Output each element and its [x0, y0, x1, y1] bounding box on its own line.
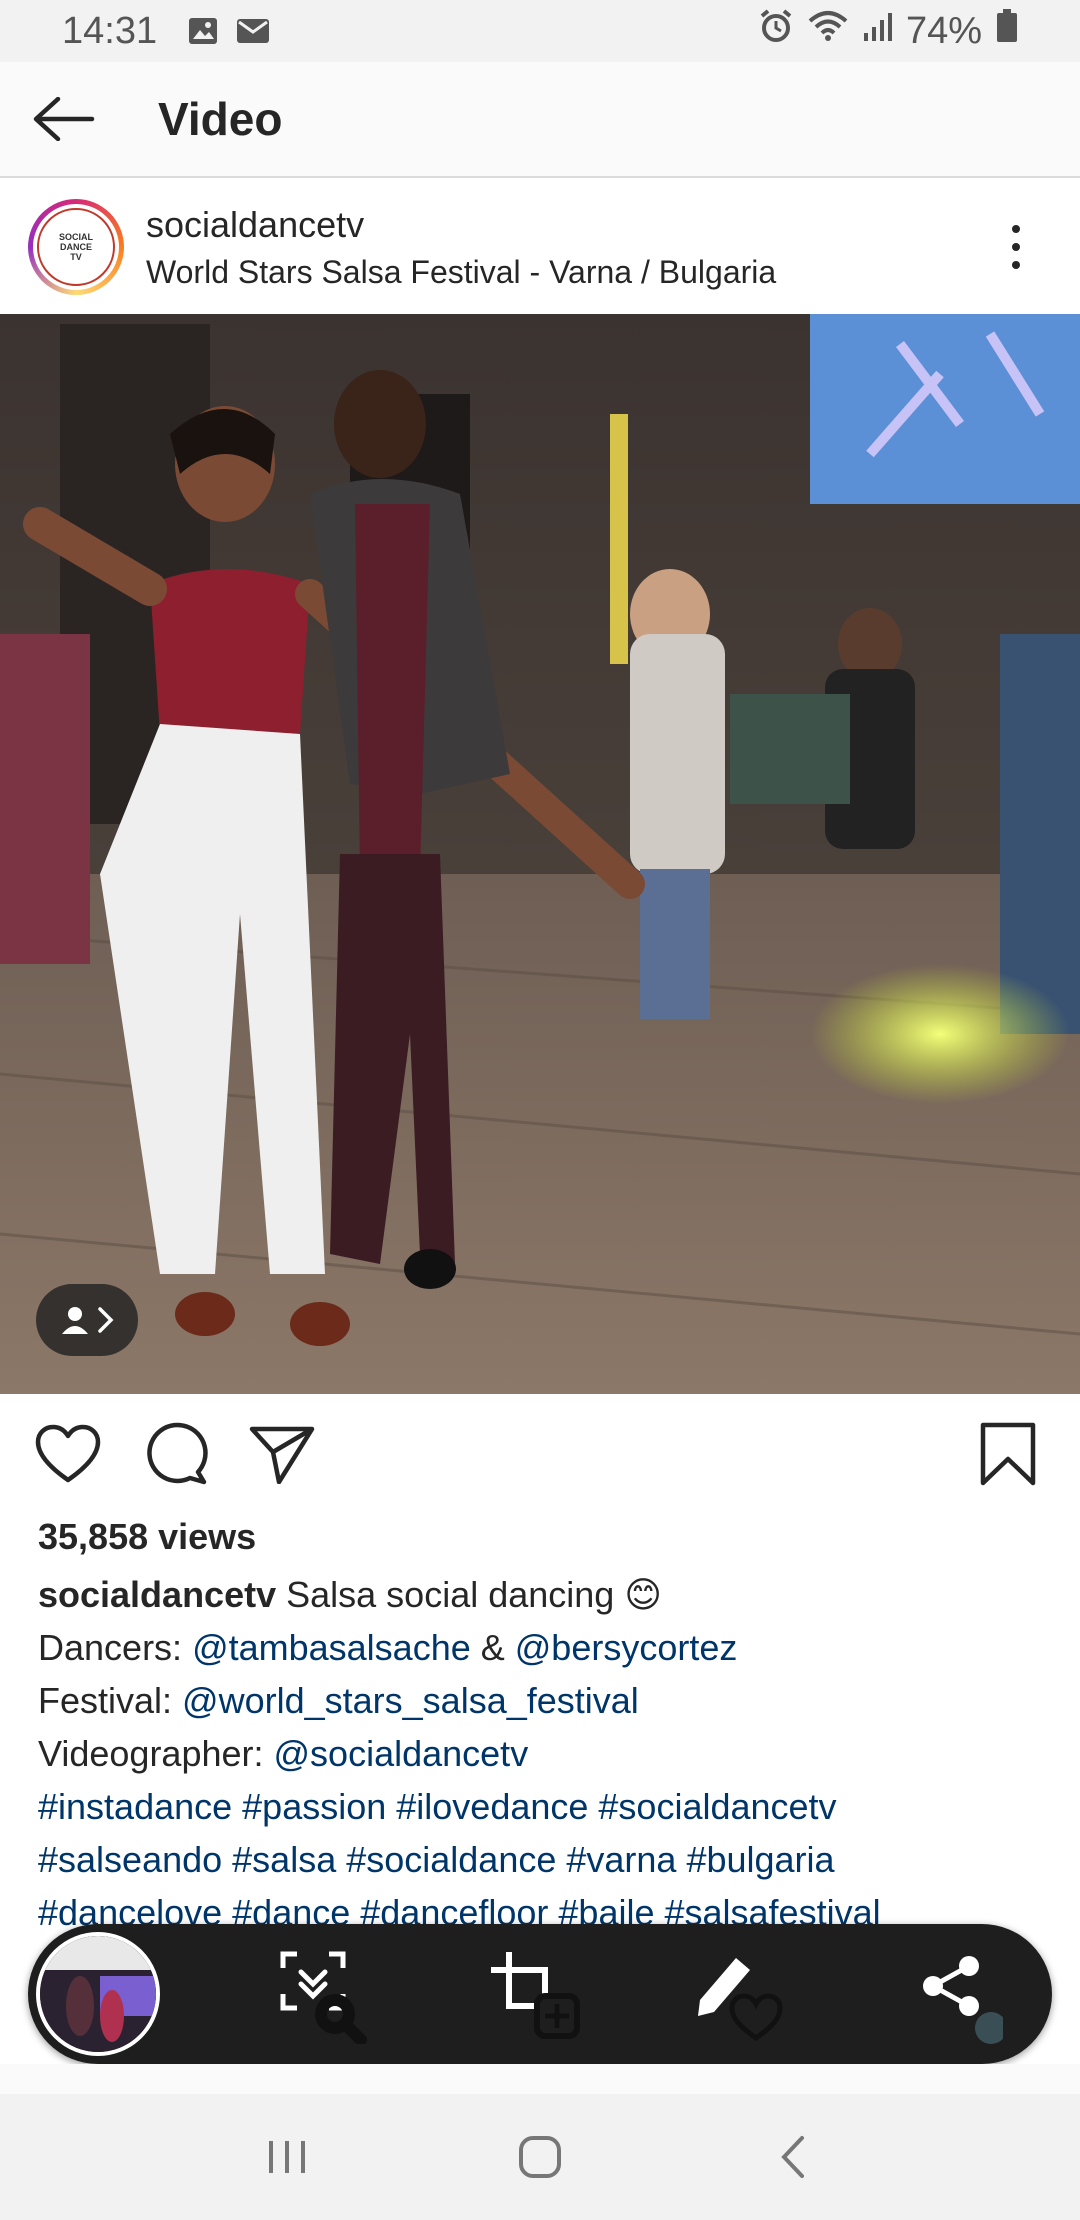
heart-icon [35, 1424, 101, 1483]
post-header: SOCIAL DANCE TV socialdancetv World Star… [0, 180, 1080, 314]
recent-apps-icon [268, 2141, 305, 2173]
video-player[interactable] [0, 314, 1080, 1394]
tagged-people-button[interactable] [36, 1284, 138, 1356]
gallery-icon [185, 16, 221, 46]
comment-button[interactable] [134, 1412, 218, 1496]
battery-icon [996, 9, 1018, 53]
arrow-left-icon [33, 97, 95, 141]
caption-line: socialdancetv Salsa social dancing 😊 [38, 1568, 1058, 1621]
bookmark-icon [980, 1422, 1036, 1486]
caption-separator: & [470, 1627, 515, 1668]
caption-dancers-label: Dancers: [38, 1627, 193, 1668]
caption-line: Dancers: @tambasalsache & @bersycortez [38, 1621, 1058, 1674]
mention-link[interactable]: @bersycortez [515, 1627, 738, 1668]
speech-bubble-icon [147, 1422, 208, 1485]
post-actions [0, 1394, 1080, 1514]
wifi-icon [808, 9, 848, 53]
share-icon [923, 1956, 1003, 2044]
pencil-icon [698, 1958, 783, 2042]
post-caption: socialdancetv Salsa social dancing 😊 Dan… [38, 1568, 1058, 1939]
caption-videographer-label: Videographer: [38, 1733, 274, 1774]
avatar-image: SOCIAL DANCE TV [33, 204, 119, 290]
hashtag-line[interactable]: #instadance #passion #ilovedance #social… [38, 1780, 1058, 1833]
caption-line: Videographer: @socialdancetv [38, 1727, 1058, 1780]
scroll-capture-button[interactable] [258, 1924, 388, 2064]
dot [1012, 261, 1020, 269]
post-username[interactable]: socialdancetv [146, 204, 776, 246]
caption-festival-label: Festival: [38, 1680, 183, 1721]
mention-link[interactable]: @world_stars_salsa_festival [182, 1680, 639, 1721]
dot [1012, 243, 1020, 251]
draw-button[interactable] [678, 1924, 808, 2064]
avatar-logo-line: DANCE [59, 242, 92, 252]
dot [1012, 225, 1020, 233]
battery-text: 74% [905, 9, 982, 52]
back-button[interactable] [16, 71, 112, 167]
status-time: 14:31 [62, 9, 158, 52]
crop-button[interactable] [468, 1924, 598, 2064]
like-button[interactable] [26, 1412, 110, 1496]
page-title: Video [158, 93, 283, 145]
screenshot-thumbnail[interactable] [36, 1932, 160, 2056]
home-button[interactable] [500, 2117, 580, 2197]
thumbnail-preview [40, 1936, 156, 2052]
share-screenshot-button[interactable] [888, 1924, 1018, 2064]
post-location[interactable]: World Stars Salsa Festival - Varna / Bul… [146, 254, 776, 291]
avatar-logo: SOCIAL DANCE TV [37, 208, 115, 286]
save-button[interactable] [966, 1412, 1050, 1496]
system-navigation-bar [0, 2094, 1080, 2220]
status-bar: 14:31 74% [0, 0, 1080, 62]
post-meta: socialdancetv World Stars Salsa Festival… [146, 204, 776, 291]
screenshot-toolbar [28, 1924, 1052, 2064]
more-options-button[interactable] [996, 207, 1036, 287]
mention-link[interactable]: @tambasalsache [192, 1627, 471, 1668]
share-button[interactable] [240, 1412, 324, 1496]
signal-icon [862, 10, 892, 53]
paper-plane-icon [249, 1426, 315, 1484]
hashtag-line[interactable]: #salseando #salsa #socialdance #varna #b… [38, 1833, 1058, 1886]
app-header: Video [0, 62, 1080, 178]
caption-text: Salsa social dancing 😊 [276, 1574, 662, 1615]
avatar[interactable]: SOCIAL DANCE TV [28, 199, 124, 295]
person-icon [62, 1307, 88, 1334]
avatar-logo-line: SOCIAL [58, 232, 93, 242]
caption-line: Festival: @world_stars_salsa_festival [38, 1674, 1058, 1727]
crop-icon [491, 1952, 580, 2039]
recent-apps-button[interactable] [247, 2117, 327, 2197]
scroll-capture-icon [280, 1951, 367, 2044]
system-back-button[interactable] [753, 2117, 833, 2197]
alarm-icon [758, 8, 794, 54]
caption-username[interactable]: socialdancetv [38, 1574, 276, 1615]
home-icon [518, 2136, 561, 2178]
view-count[interactable]: 35,858 views [38, 1516, 256, 1558]
mention-link[interactable]: @socialdancetv [274, 1733, 529, 1774]
chevron-right-icon [98, 1307, 114, 1333]
video-frame [0, 314, 1080, 1394]
page-bottom-area [0, 2064, 1080, 2094]
mail-icon [235, 16, 271, 46]
avatar-logo-line: TV [70, 252, 82, 262]
chevron-left-icon [781, 2136, 805, 2178]
